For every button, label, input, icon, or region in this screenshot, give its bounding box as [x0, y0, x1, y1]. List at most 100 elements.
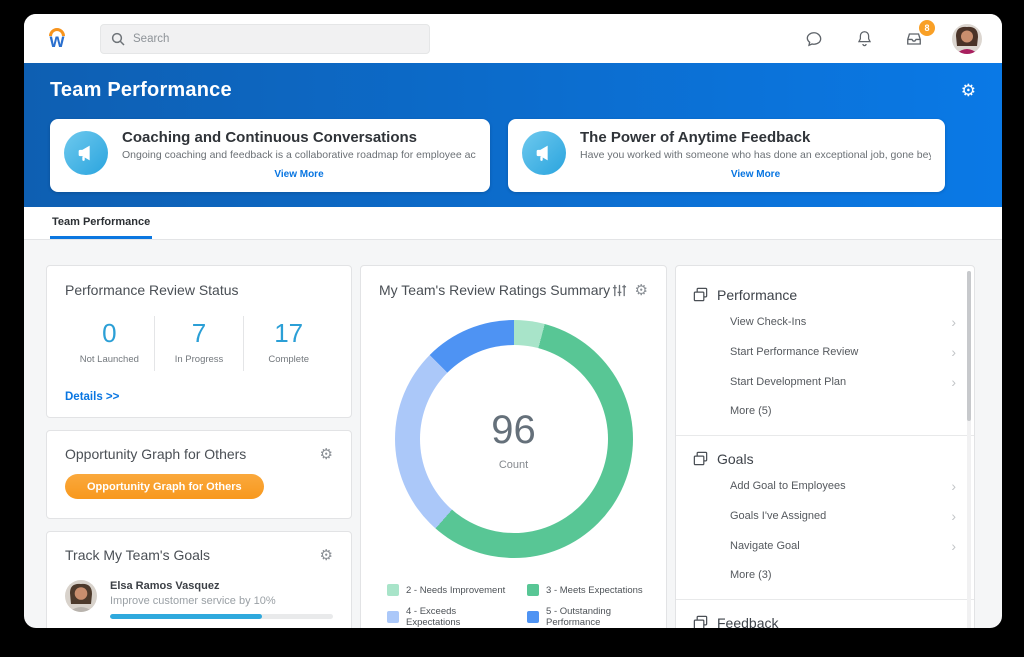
performance-review-status-card: Performance Review Status 0 Not Launched… [46, 265, 352, 418]
stat-value: 7 [155, 318, 244, 349]
workday-logo-letter: w [50, 33, 65, 50]
stacked-cards-icon [692, 450, 709, 467]
legend-item: 2 - Needs Improvement [387, 584, 509, 596]
scrollbar-thumb[interactable] [967, 271, 971, 421]
chevron-right-icon: › [951, 315, 956, 329]
workday-logo[interactable]: w [40, 28, 74, 50]
action-more-goals[interactable]: More (3) [692, 561, 958, 589]
action-goals-ive-assigned[interactable]: Goals I've Assigned › [692, 501, 958, 531]
donut-chart[interactable]: 96 Count [395, 320, 633, 558]
legend-label: 4 - Exceeds Expectations [406, 606, 509, 628]
legend-label: 5 - Outstanding Performance [546, 606, 648, 628]
legend-swatch [387, 584, 399, 596]
donut-center: 96 Count [420, 345, 608, 533]
page-settings-gear-icon[interactable]: ⚙ [961, 82, 976, 99]
inbox-button[interactable]: 8 [902, 27, 926, 51]
track-team-goals-card: Track My Team's Goals ⚙ Elsa Ramos Vasqu… [46, 531, 352, 628]
action-more-performance[interactable]: More (5) [692, 397, 958, 425]
action-view-check-ins[interactable]: View Check-Ins › [692, 307, 958, 337]
goal-progress-fill [110, 614, 262, 619]
top-bar: w Search [24, 14, 1002, 63]
card-settings-gear-icon[interactable]: ⚙ [635, 283, 648, 298]
legend-swatch [527, 611, 539, 623]
tab-team-performance[interactable]: Team Performance [50, 216, 152, 239]
chart-legend: 2 - Needs Improvement 3 - Meets Expectat… [387, 584, 648, 628]
opportunity-graph-card: Opportunity Graph for Others ⚙ Opportuni… [46, 430, 352, 519]
review-ratings-summary-card: My Team's Review Ratings Summary ⚙ [360, 265, 667, 628]
action-add-goal-to-employees[interactable]: Add Goal to Employees › [692, 471, 958, 501]
hero-banner: Team Performance ⚙ Coaching and Continuo… [24, 63, 1002, 207]
stat-complete: 17 Complete [243, 316, 333, 371]
legend-label: 2 - Needs Improvement [406, 585, 505, 596]
left-column: Performance Review Status 0 Not Launched… [46, 265, 352, 628]
view-more-link[interactable]: View More [122, 169, 476, 180]
section-title: Goals [717, 451, 754, 467]
action-navigate-goal[interactable]: Navigate Goal › [692, 531, 958, 561]
card-title: My Team's Review Ratings Summary [379, 282, 612, 298]
announcement-card-feedback[interactable]: The Power of Anytime Feedback Have you w… [508, 119, 945, 192]
stat-label: Not Launched [65, 354, 154, 365]
notifications-button[interactable] [852, 27, 876, 51]
legend-item: 3 - Meets Expectations [527, 584, 648, 596]
section-header-goals: Goals [692, 448, 958, 471]
action-start-development-plan[interactable]: Start Development Plan › [692, 367, 958, 397]
section-header-feedback: Feedback [692, 612, 958, 628]
chevron-right-icon: › [951, 375, 956, 389]
bell-icon [855, 29, 874, 48]
goal-row[interactable]: Elsa Ramos Vasquez Improve customer serv… [65, 580, 333, 619]
section-title: Performance [717, 287, 797, 303]
search-input[interactable]: Search [100, 24, 430, 54]
donut-count-value: 96 [491, 408, 536, 453]
card-settings-gear-icon[interactable]: ⚙ [320, 447, 333, 462]
opportunity-graph-button[interactable]: Opportunity Graph for Others [65, 474, 264, 499]
announcement-title: The Power of Anytime Feedback [580, 129, 931, 146]
stat-label: In Progress [155, 354, 244, 365]
announcement-description: Have you worked with someone who has don… [580, 149, 931, 161]
goal-description: Improve customer service by 10% [110, 595, 333, 607]
chevron-right-icon: › [951, 509, 956, 523]
right-column: Performance View Check-Ins › Start Perfo… [675, 265, 975, 628]
section-header-performance: Performance [692, 284, 958, 307]
announcement-card-coaching[interactable]: Coaching and Continuous Conversations On… [50, 119, 490, 192]
legend-label: 3 - Meets Expectations [546, 585, 643, 596]
chevron-right-icon: › [951, 345, 956, 359]
section-title: Feedback [717, 615, 778, 629]
chevron-right-icon: › [951, 539, 956, 553]
details-link[interactable]: Details >> [65, 391, 333, 403]
view-more-link[interactable]: View More [580, 169, 931, 180]
goal-progress-bar [110, 614, 333, 619]
chat-icon [804, 29, 824, 49]
chat-button[interactable] [802, 27, 826, 51]
search-placeholder: Search [133, 33, 169, 45]
middle-column: My Team's Review Ratings Summary ⚙ [360, 265, 667, 628]
stat-value: 17 [244, 318, 333, 349]
card-title: Opportunity Graph for Others [65, 446, 246, 462]
quick-actions-card: Performance View Check-Ins › Start Perfo… [675, 265, 975, 628]
stacked-cards-icon [692, 614, 709, 628]
profile-avatar[interactable] [952, 24, 982, 54]
legend-swatch [387, 611, 399, 623]
scrollbar-track[interactable] [967, 271, 971, 628]
page-title: Team Performance [50, 79, 232, 102]
legend-item: 4 - Exceeds Expectations [387, 606, 509, 628]
action-start-performance-review[interactable]: Start Performance Review › [692, 337, 958, 367]
stacked-cards-icon [692, 286, 709, 303]
filter-sliders-icon[interactable] [612, 283, 627, 298]
worker-avatar[interactable] [65, 580, 97, 612]
chevron-right-icon: › [951, 479, 956, 493]
stat-in-progress: 7 In Progress [154, 316, 244, 371]
stat-value: 0 [65, 318, 154, 349]
tab-bar: Team Performance [24, 207, 1002, 240]
search-icon [111, 32, 125, 46]
worker-name: Elsa Ramos Vasquez [110, 580, 333, 592]
card-settings-gear-icon[interactable]: ⚙ [320, 548, 333, 563]
legend-swatch [527, 584, 539, 596]
stat-not-launched: 0 Not Launched [65, 316, 154, 371]
megaphone-icon [64, 131, 108, 175]
review-stats: 0 Not Launched 7 In Progress 17 Complete [65, 316, 333, 371]
donut-count-label: Count [499, 459, 528, 471]
announcement-title: Coaching and Continuous Conversations [122, 129, 476, 146]
announcement-description: Ongoing coaching and feedback is a colla… [122, 149, 476, 161]
legend-item: 5 - Outstanding Performance [527, 606, 648, 628]
section-divider [676, 599, 974, 600]
